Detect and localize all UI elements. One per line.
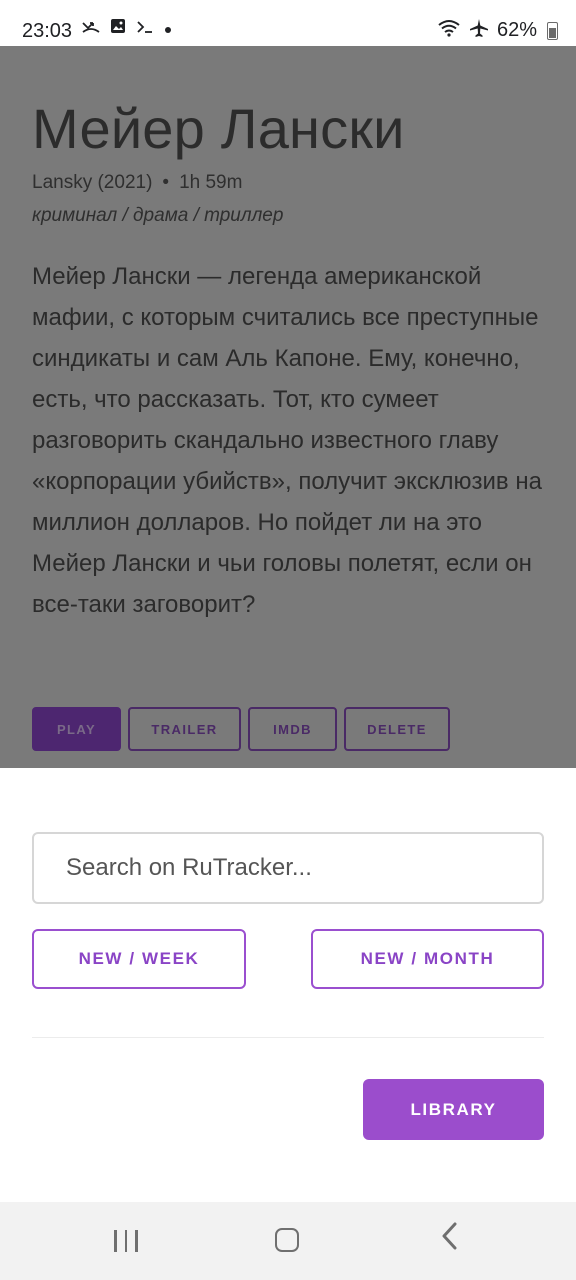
divider	[32, 1037, 544, 1038]
navigation-bar	[0, 1202, 576, 1280]
gallery-icon	[110, 18, 126, 40]
library-button[interactable]: LIBRARY	[363, 1079, 544, 1140]
movie-title: Мейер Лански	[32, 97, 405, 160]
movie-description: Мейер Лански — легенда американской мафи…	[32, 263, 542, 618]
movie-actions: PLAY TRAILER IMDB DELETE	[32, 707, 450, 751]
search-input[interactable]	[34, 834, 542, 902]
new-month-button[interactable]: NEW / MONTH	[311, 929, 544, 989]
status-bar: 23:03 62%	[0, 0, 576, 46]
missed-call-icon	[82, 18, 100, 40]
bottom-sheet: NEW / WEEK NEW / MONTH LIBRARY	[0, 768, 576, 1202]
movie-duration: 1h 59m	[179, 172, 243, 193]
play-button[interactable]: PLAY	[32, 707, 121, 751]
terminal-icon	[136, 18, 154, 40]
delete-button[interactable]: DELETE	[344, 707, 450, 751]
recents-icon[interactable]	[114, 1230, 138, 1252]
meta-separator: •	[162, 172, 170, 193]
search-box	[32, 832, 544, 904]
dot-icon	[164, 18, 172, 40]
notification-icons	[82, 18, 172, 40]
battery-icon	[547, 21, 558, 40]
movie-genres: криминал / драма / триллер	[32, 205, 284, 226]
wifi-icon	[437, 19, 461, 42]
system-status-icons: 62%	[437, 18, 558, 43]
back-icon[interactable]	[440, 1222, 458, 1260]
home-icon[interactable]	[275, 1228, 299, 1252]
original-title-year: Lansky (2021)	[32, 172, 153, 193]
trailer-button[interactable]: TRAILER	[128, 707, 241, 751]
battery-percent: 62%	[496, 19, 537, 41]
imdb-button[interactable]: IMDB	[248, 707, 337, 751]
movie-meta: Lansky (2021) • 1h 59m	[32, 172, 242, 194]
airplane-icon	[469, 18, 489, 43]
new-week-button[interactable]: NEW / WEEK	[32, 929, 246, 989]
movie-details-panel: Мейер Лански Lansky (2021) • 1h 59m кримин…	[0, 46, 576, 768]
status-time: 23:03	[22, 20, 73, 42]
